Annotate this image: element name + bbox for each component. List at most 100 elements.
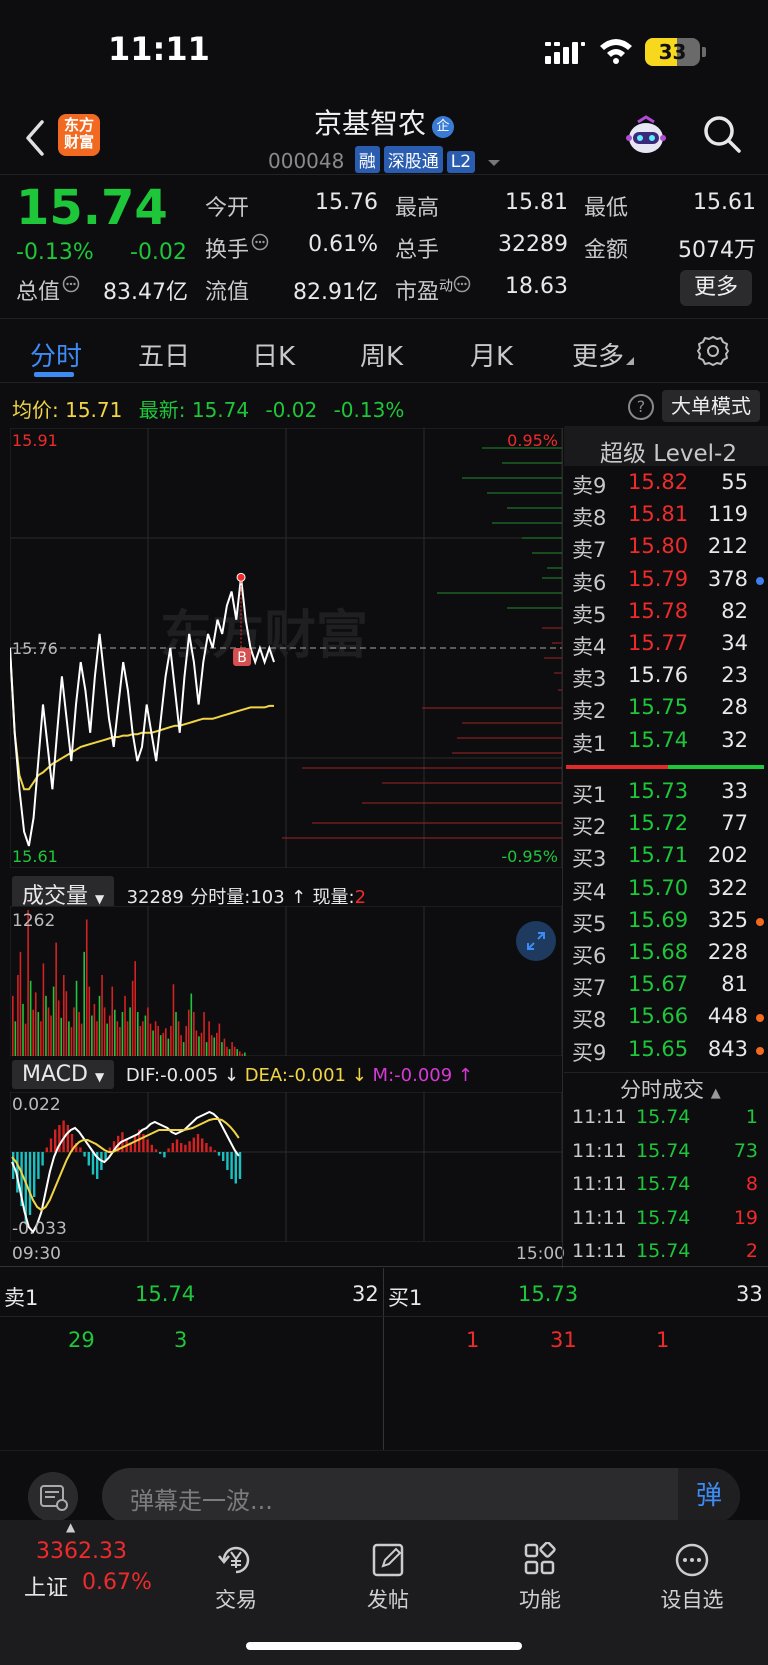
bid-row[interactable]: 买3 15.71 202: [572, 843, 768, 875]
more-button[interactable]: 更多: [680, 270, 752, 306]
order-price: 15.79: [628, 566, 689, 591]
info-dots-icon[interactable]: [251, 233, 269, 251]
danmu-list-icon[interactable]: [28, 1472, 78, 1522]
market-cap-value: 83.47亿: [103, 280, 188, 305]
indicator-dropdown-macd[interactable]: MACD ▼: [12, 1060, 115, 1089]
level2-title: 超级 Level-2: [600, 441, 737, 467]
watermark: 东方财富: [160, 606, 368, 666]
market-cap-label-text: 总值: [16, 280, 61, 305]
tab-five-day[interactable]: 五日: [138, 336, 190, 373]
ask-row[interactable]: 卖8 15.81 119: [572, 502, 768, 534]
tab-daily-k[interactable]: 日K: [252, 336, 295, 373]
order-price: 15.65: [628, 1036, 689, 1061]
volume-bar: [22, 1003, 24, 1056]
ticks-title[interactable]: 分时成交 ▲: [620, 1074, 721, 1104]
vertical-divider: [562, 428, 563, 1268]
ask-row[interactable]: 卖7 15.80 212: [572, 534, 768, 566]
volume-bar: [29, 980, 32, 1056]
tab-intraday[interactable]: 分时: [30, 336, 82, 373]
volume-bar: [218, 1023, 221, 1056]
volume-bar: [24, 1023, 27, 1056]
tab-more-label: 更多: [572, 342, 625, 372]
ask-row[interactable]: 卖5 15.78 82: [572, 599, 768, 631]
volume-bar: [228, 1049, 231, 1056]
tick-price: 15.74: [636, 1139, 691, 1162]
big-order-dot-icon: [756, 1014, 764, 1023]
volume-chart[interactable]: 1262: [10, 906, 562, 1056]
ask-row[interactable]: 卖2 15.75 28: [572, 695, 768, 727]
index-percent[interactable]: 0.67%: [82, 1570, 152, 1595]
volume-bar: [93, 1003, 96, 1056]
volume-bar: [98, 995, 101, 1056]
high-label: 最高: [395, 196, 440, 221]
x-tick-start: 09:30: [12, 1244, 61, 1264]
volume-bar: [12, 995, 14, 1056]
tick-price: 15.74: [636, 1240, 691, 1262]
macd-bar: [154, 1149, 158, 1152]
bid-row[interactable]: 买6 15.68 228: [572, 940, 768, 972]
macd-header: MACD ▼ DIF:-0.005 ↓ DEA:-0.001 ↓ M:-0.00…: [12, 1060, 473, 1089]
bid-row[interactable]: 买5 15.69 325: [572, 908, 768, 940]
bid-row[interactable]: 买9 15.65 843: [572, 1037, 768, 1069]
ask-row[interactable]: 卖9 15.82 55: [572, 470, 768, 502]
nav-trade[interactable]: 交易: [186, 1542, 286, 1614]
avg-price-value: 15.71: [65, 398, 123, 422]
order-level-label: 卖8: [572, 506, 607, 531]
help-icon[interactable]: ?: [628, 394, 654, 420]
nav-post[interactable]: 发帖: [338, 1542, 438, 1614]
volume-bar: [198, 1036, 200, 1056]
search-icon[interactable]: [702, 114, 742, 154]
ask-row[interactable]: 卖3 15.76 23: [572, 663, 768, 695]
status-time: 11:11: [108, 30, 210, 68]
order-price: 15.68: [628, 940, 689, 964]
order-level-label: 卖3: [572, 667, 607, 692]
macd-bar: [45, 1147, 48, 1152]
index-name[interactable]: 上证: [24, 1570, 68, 1602]
buy-detail-3: 1: [656, 1328, 670, 1352]
danmu-send-button[interactable]: 弹: [678, 1468, 740, 1524]
big-order-mode-button[interactable]: 大单模式: [662, 390, 760, 422]
volume-bar: [205, 1042, 208, 1056]
right-tick-bottom: -0.95%: [501, 847, 558, 866]
macd-bar: [226, 1152, 229, 1170]
expand-icon[interactable]: [515, 920, 557, 962]
info-dots-icon[interactable]: [62, 275, 80, 293]
tab-monthly-k[interactable]: 月K: [470, 336, 513, 373]
info-dots-icon[interactable]: [453, 275, 471, 293]
volume-bar: [167, 1038, 170, 1056]
tag-shenzhen-connect: 深股通: [383, 146, 443, 173]
bid-row[interactable]: 买1 15.73 33: [572, 779, 768, 811]
bid-row[interactable]: 买2 15.72 77: [572, 811, 768, 843]
bid-row[interactable]: 买4 15.70 322: [572, 876, 768, 908]
intraday-price-chart[interactable]: 东方财富 15.91 15.76 15.61 0.95% -0.95% B: [10, 428, 562, 868]
macd-bar: [37, 1152, 40, 1179]
tick-price: 15.74: [636, 1106, 691, 1128]
bid-row[interactable]: 买8 15.66 448: [572, 1004, 768, 1036]
ask-row[interactable]: 卖4 15.77 34: [572, 631, 768, 663]
macd-chart[interactable]: 0.022 -0.033: [10, 1092, 562, 1242]
index-value[interactable]: 3362.33: [36, 1539, 127, 1564]
assistant-robot-icon[interactable]: [624, 114, 668, 158]
volume-bar: [52, 986, 55, 1056]
nav-functions[interactable]: 功能: [490, 1542, 590, 1614]
volume-bar: [85, 919, 88, 1056]
order-price: 15.70: [628, 875, 689, 900]
volume-bar: [152, 1030, 154, 1056]
macd-bar: [163, 1152, 166, 1158]
buy-detail-1: 1: [466, 1328, 480, 1352]
tab-weekly-k[interactable]: 周K: [360, 336, 403, 373]
order-price: 15.80: [628, 534, 689, 559]
nav-add-watchlist[interactable]: 设自选: [642, 1542, 742, 1614]
ask-row[interactable]: 卖6 15.79 378: [572, 567, 768, 599]
gear-icon[interactable]: [696, 334, 730, 368]
tick-time: 11:11: [572, 1173, 627, 1195]
low-label: 最低: [584, 196, 629, 221]
volume-bar: [103, 1007, 106, 1056]
volume-bar: [195, 1030, 198, 1056]
stock-subtitle[interactable]: 000048 融深股通 L2: [268, 146, 501, 173]
bid-row[interactable]: 买7 15.67 81: [572, 972, 768, 1004]
volume-bar: [236, 1049, 238, 1056]
tab-more[interactable]: 更多: [572, 336, 635, 373]
order-volume: 34: [721, 631, 748, 655]
ask-row[interactable]: 卖1 15.74 32: [572, 728, 768, 760]
